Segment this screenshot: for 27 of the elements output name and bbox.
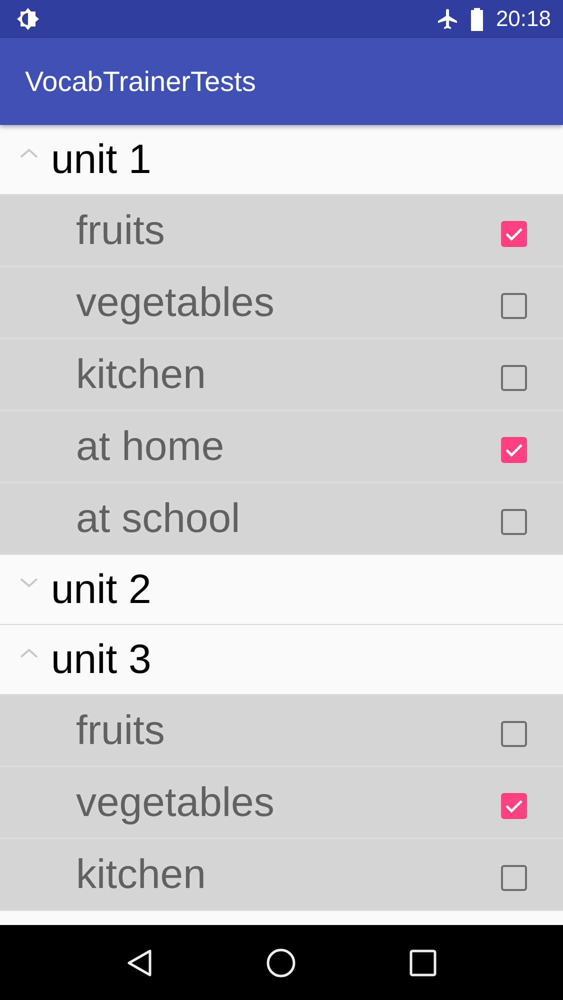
topic-label: vegetables [76,279,276,326]
checkmark-icon [505,226,523,240]
checkbox[interactable] [501,720,527,746]
recents-icon[interactable] [408,948,437,976]
checkbox[interactable] [501,864,527,890]
topic-label: vegetables [76,779,276,826]
checkmark-icon [505,798,523,812]
checkbox[interactable] [501,792,527,818]
topic-label: kitchen [76,351,207,398]
checkbox[interactable] [501,220,527,246]
brightness-icon [16,7,40,31]
checkbox[interactable] [501,508,527,534]
topic-label: at home [76,423,226,470]
clock-time: 20:18 [496,6,551,32]
back-icon[interactable] [126,948,154,978]
topic-label: fruits [76,707,166,754]
checkbox[interactable] [501,364,527,390]
home-icon[interactable] [266,948,296,978]
app-title: VocabTrainerTests [25,66,256,98]
checkmark-icon [505,442,523,456]
checkbox[interactable] [501,436,527,462]
topic-label: kitchen [76,851,207,898]
airplane-icon [436,7,460,31]
topic-label: at school [76,495,242,542]
topic-label: fruits [76,207,166,254]
checkbox[interactable] [501,292,527,318]
battery-icon [470,7,484,31]
